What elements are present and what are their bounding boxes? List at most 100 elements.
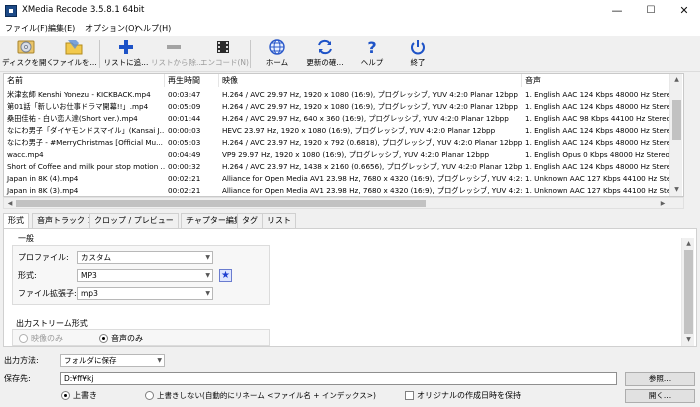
keep-date-checkbox[interactable] [405, 391, 414, 400]
cell-name: Short of Coffee and milk pour stop motio… [7, 162, 165, 171]
scroll-up-icon[interactable]: ▲ [670, 74, 683, 86]
open-file-button[interactable]: ファイルを... [52, 37, 97, 71]
remove-from-list-button[interactable]: リストから除... [151, 37, 203, 71]
scroll-up-icon[interactable]: ▲ [682, 238, 695, 250]
column-header-name[interactable]: 名前 [4, 74, 165, 87]
toolbar-separator [250, 40, 251, 68]
tab-format[interactable]: 形式 [3, 213, 29, 229]
scroll-down-icon[interactable]: ▼ [682, 334, 695, 346]
browse-button[interactable]: 参照... [625, 372, 695, 386]
table-row[interactable]: なにわ男子「ダイヤモンドスマイル」(Kansai J... 00:00:03 H… [4, 125, 683, 136]
add-to-list-button[interactable]: リストに追... [103, 37, 149, 71]
tab-crop-preview[interactable]: クロップ / プレビュー [89, 213, 179, 228]
no-overwrite-label: 上書きしない(自動的にリネーム <ファイル名 + インデックス>) [157, 391, 376, 400]
format-tab-panel: 一般 プロファイル: カスタム ▼ 形式: MP3 ▼ ★ ファイル拡張子: m… [3, 228, 697, 347]
column-header-audio[interactable]: 音声 [522, 74, 671, 87]
cell-duration: 00:05:03 [168, 138, 201, 147]
cell-name: 米津玄師 Kenshi Yonezu - KICKBACK.mp4 [7, 90, 151, 99]
general-group: プロファイル: カスタム ▼ 形式: MP3 ▼ ★ ファイル拡張子: mp3 … [12, 245, 270, 305]
folder-icon [65, 40, 83, 55]
table-row[interactable]: なにわ男子 - #MerryChristmas [Official Mu... … [4, 137, 683, 148]
exit-button[interactable]: 終了 [400, 37, 436, 71]
output-method-label: 出力方法: [4, 356, 39, 365]
no-overwrite-radio[interactable] [145, 391, 154, 400]
add-to-list-label: リストに追... [103, 58, 149, 67]
table-scroll-thumb[interactable] [672, 100, 681, 140]
help-button[interactable]: ? ヘルプ [354, 37, 390, 71]
chevron-down-icon: ▼ [205, 290, 210, 297]
maximize-button[interactable]: ☐ [635, 0, 667, 22]
table-row[interactable]: 米津玄師 Kenshi Yonezu - KICKBACK.mp4 00:03:… [4, 89, 683, 100]
film-encode-icon [217, 41, 229, 53]
profile-select[interactable]: カスタム ▼ [77, 251, 213, 264]
tab-list[interactable]: リスト [262, 213, 296, 228]
video-only-label: 映像のみ [31, 334, 63, 343]
scroll-down-icon[interactable]: ▼ [670, 184, 683, 196]
video-only-radio[interactable] [19, 334, 28, 343]
destination-label: 保存先: [4, 374, 31, 383]
cell-video: HEVC 23.97 Hz, 1920 x 1080 (16:9), プログレッ… [222, 126, 496, 135]
format-select[interactable]: MP3 ▼ [77, 269, 213, 282]
file-extension-select[interactable]: mp3 ▼ [77, 287, 213, 300]
menu-help[interactable]: ヘルプ(H) [135, 23, 171, 34]
open-disc-button[interactable]: ディスクを開く [2, 37, 54, 71]
table-row[interactable]: wacc.mp4 00:04:49 VP9 29.97 Hz, 1920 x 1… [4, 149, 683, 160]
cell-audio: 1. Unknown AAC 127 Kbps 44100 Hz Stereo [525, 174, 672, 183]
file-list-table[interactable]: 名前 再生時間 映像 音声 米津玄師 Kenshi Yonezu - KICKB… [3, 73, 684, 197]
column-header-duration[interactable]: 再生時間 [165, 74, 219, 87]
cell-duration: 00:05:09 [168, 102, 201, 111]
minimize-button[interactable]: — [601, 0, 633, 22]
table-hscroll-thumb[interactable] [16, 200, 426, 207]
table-row[interactable]: 桑田佳祐 - 白い恋人達(Short ver.).mp4 00:01:44 H.… [4, 113, 683, 124]
open-button[interactable]: 開く... [625, 389, 695, 403]
audio-only-radio[interactable] [99, 334, 108, 343]
format-label: 形式: [18, 271, 37, 280]
chevron-down-icon: ▼ [205, 272, 210, 279]
table-row[interactable]: 第01話「新しいお仕事ドラマ開幕!!」.mp4 00:05:09 H.264 /… [4, 101, 683, 112]
tab-tags[interactable]: タグ [237, 213, 263, 228]
file-extension-label: ファイル拡張子: [18, 289, 77, 298]
menu-edit[interactable]: 編集(E) [48, 23, 75, 34]
table-row[interactable]: Japan in 8K (3).mp4 00:02:21 Alliance fo… [4, 185, 683, 196]
scroll-left-icon[interactable]: ◀ [4, 198, 16, 209]
table-row[interactable]: Short of Coffee and milk pour stop motio… [4, 161, 683, 172]
refresh-icon [318, 39, 332, 55]
menu-file[interactable]: ファイル(F) [5, 23, 48, 34]
output-method-select[interactable]: フォルダに保存 ▼ [60, 354, 165, 367]
cell-name: 桑田佳祐 - 白い恋人達(Short ver.).mp4 [7, 114, 138, 123]
format-value: MP3 [81, 271, 97, 280]
column-header-video[interactable]: 映像 [219, 74, 522, 87]
home-button[interactable]: ホーム [258, 37, 296, 71]
check-update-button[interactable]: 更新の確... [302, 37, 348, 71]
question-icon: ? [367, 38, 376, 56]
cell-audio: 1. English Opus 0 Kbps 48000 Hz Stereo [525, 150, 670, 159]
destination-input[interactable]: D:¥ff¥kj [60, 372, 617, 385]
encode-button[interactable]: エンコード(N) [200, 37, 249, 71]
table-vertical-scrollbar[interactable]: ▲ ▼ [669, 74, 682, 196]
home-label: ホーム [265, 58, 289, 67]
cell-audio: 1. English AAC 124 Kbps 48000 Hz Stereo [525, 138, 672, 147]
svg-text:?: ? [367, 38, 376, 56]
table-row[interactable]: Japan in 8K (4).mp4 00:02:21 Alliance fo… [4, 173, 683, 184]
cell-name: なにわ男子 - #MerryChristmas [Official Mu... [7, 138, 163, 147]
cell-duration: 00:04:49 [168, 150, 201, 159]
tab-audio-track[interactable]: 音声トラック 1 [32, 213, 98, 228]
panel-scroll-thumb[interactable] [684, 250, 693, 334]
cell-audio: 1. English AAC 124 Kbps 48000 Hz Stereo [525, 102, 672, 111]
cell-duration: 00:00:03 [168, 126, 201, 135]
plus-icon [119, 40, 133, 54]
scroll-right-icon[interactable]: ▶ [657, 198, 669, 209]
favorite-star-button[interactable]: ★ [219, 269, 232, 282]
chevron-down-icon: ▼ [157, 357, 162, 364]
table-horizontal-scrollbar[interactable]: ◀ ▶ [3, 197, 684, 209]
cell-audio: 1. Unknown AAC 127 Kbps 44100 Hz Stereo [525, 186, 672, 195]
toolbar-separator [99, 40, 100, 68]
panel-vertical-scrollbar[interactable]: ▲ ▼ [681, 238, 694, 346]
cell-name: Japan in 8K (3).mp4 [7, 186, 79, 195]
exit-label: 終了 [410, 58, 426, 67]
power-icon [411, 40, 425, 55]
close-button[interactable]: ✕ [668, 0, 700, 22]
overwrite-radio[interactable] [61, 391, 70, 400]
menu-options[interactable]: オプション(O) [85, 23, 138, 34]
cell-name: 第01話「新しいお仕事ドラマ開幕!!」.mp4 [7, 102, 149, 111]
